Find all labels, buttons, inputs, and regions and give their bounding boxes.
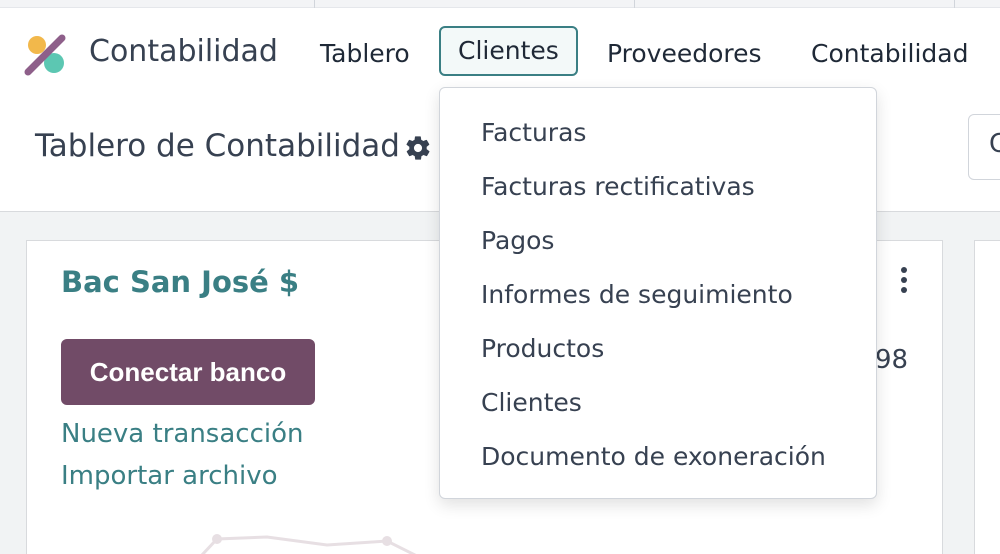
page-title: Tablero de Contabilidad [35,128,400,164]
search-partial-text: C [989,129,1000,159]
menu-item-pagos[interactable]: Pagos [440,214,876,268]
app-logo-icon[interactable] [24,32,68,76]
top-navbar: Contabilidad Tablero Clientes Proveedore… [0,8,1000,94]
menu-item-productos[interactable]: Productos [440,322,876,376]
gear-icon[interactable] [404,134,432,162]
tab-separator [634,0,635,8]
balance-value: 98 [875,345,909,375]
new-transaction-link[interactable]: Nueva transacción [61,419,303,449]
tab-separator [954,0,955,8]
connect-bank-button[interactable]: Conectar banco [61,339,315,405]
journal-title[interactable]: Bac San José $ [61,265,299,299]
menu-item-documento-exoneracion[interactable]: Documento de exoneración [440,430,876,484]
nav-item-tablero[interactable]: Tablero [320,36,410,72]
menu-item-informes-seguimiento[interactable]: Informes de seguimiento [440,268,876,322]
clientes-dropdown-menu: Facturas Facturas rectificativas Pagos I… [439,87,877,499]
journal-card-next [974,240,1000,554]
browser-tab-strip [0,0,1000,8]
app-name[interactable]: Contabilidad [89,34,278,69]
menu-item-clientes[interactable]: Clientes [440,376,876,430]
menu-item-facturas[interactable]: Facturas [440,106,876,160]
search-input[interactable]: C [968,114,1000,180]
menu-item-facturas-rectificativas[interactable]: Facturas rectificativas [440,160,876,214]
nav-item-proveedores[interactable]: Proveedores [607,36,762,72]
tab-separator [314,0,315,8]
kebab-menu-icon[interactable] [899,267,909,297]
graph-preview-icon [200,534,417,554]
nav-item-clientes[interactable]: Clientes [439,26,578,76]
import-file-link[interactable]: Importar archivo [61,461,278,491]
nav-item-contabilidad[interactable]: Contabilidad [811,36,968,72]
